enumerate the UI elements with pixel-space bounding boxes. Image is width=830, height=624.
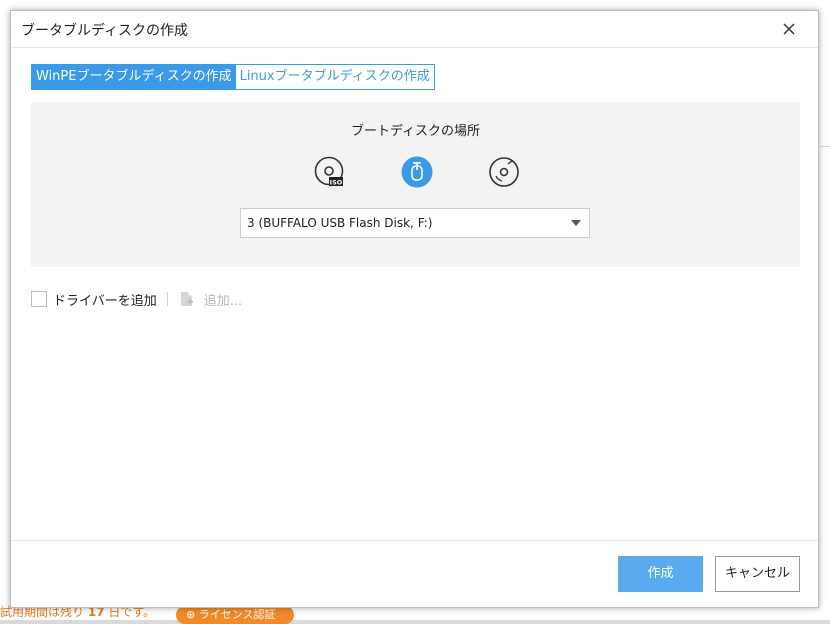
cd-dvd-icon[interactable] [488, 156, 520, 188]
boot-location-panel: ブートディスクの場所 ISO 3 (BUFFALO USB Flash Disk… [31, 102, 800, 267]
add-file-icon [180, 292, 193, 306]
add-driver-row: ドライバーを追加 追加... [31, 289, 242, 309]
tab-linux[interactable]: Linuxブータブルディスクの作成 [235, 65, 434, 89]
chevron-down-icon [571, 220, 581, 226]
tab-winpe[interactable]: WinPEブータブルディスクの作成 [32, 65, 236, 89]
add-driver-link[interactable]: 追加... [204, 290, 242, 309]
boot-type-tabs: WinPEブータブルディスクの作成 Linuxブータブルディスクの作成 [31, 64, 435, 90]
add-driver-label[interactable]: ドライバーを追加 [53, 290, 157, 309]
target-device-select[interactable]: 3 (BUFFALO USB Flash Disk, F:) [240, 208, 590, 238]
add-driver-checkbox[interactable] [31, 291, 47, 307]
footer-divider [11, 540, 818, 541]
usb-drive-icon[interactable] [401, 156, 433, 188]
background-divider [820, 146, 830, 147]
close-icon[interactable] [778, 18, 800, 40]
divider [166, 292, 168, 306]
license-activation-button[interactable]: ⊕ ライセンス認証 [176, 606, 294, 624]
create-button[interactable]: 作成 [618, 556, 703, 592]
create-bootable-disk-dialog: ブータブルディスクの作成 WinPEブータブルディスクの作成 Linuxブータブ… [10, 10, 819, 608]
boot-location-heading: ブートディスクの場所 [350, 124, 481, 139]
svg-text:ISO: ISO [330, 179, 343, 187]
iso-image-icon[interactable]: ISO [314, 156, 346, 188]
cancel-button[interactable]: キャンセル [715, 556, 800, 592]
dialog-title: ブータブルディスクの作成 [21, 23, 189, 39]
selected-device-value: 3 (BUFFALO USB Flash Disk, F:) [247, 216, 433, 230]
dialog-titlebar: ブータブルディスクの作成 [11, 11, 818, 48]
